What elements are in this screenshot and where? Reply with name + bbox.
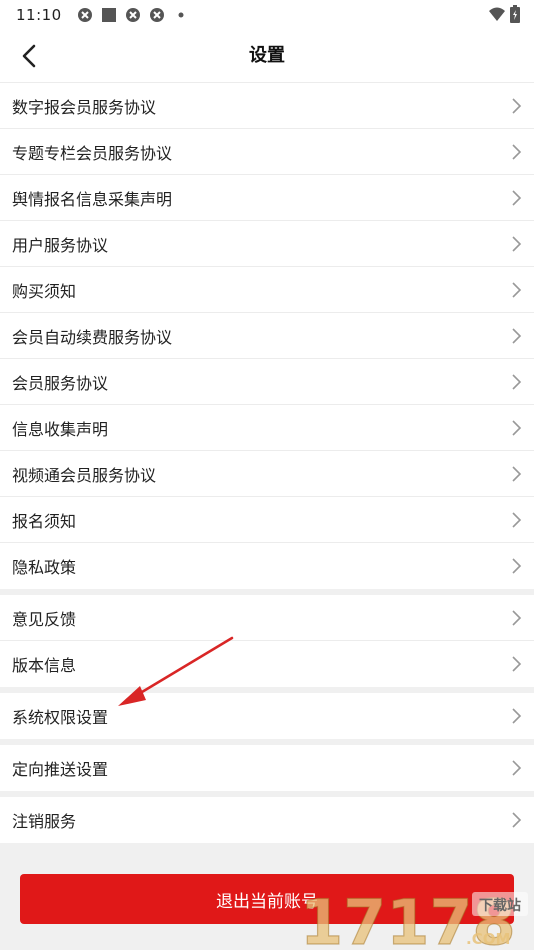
setting-row-label: 报名须知	[12, 511, 77, 531]
setting-row-label: 定向推送设置	[12, 760, 109, 779]
chevron-right-icon	[512, 512, 522, 528]
chevron-right-icon	[512, 282, 522, 298]
settings-group-account: 注销服务	[0, 797, 534, 843]
setting-row-label: 信息收集声明	[12, 419, 109, 439]
status-time: 11:10	[16, 6, 62, 24]
chevron-right-icon	[512, 656, 522, 672]
chevron-right-icon	[512, 420, 522, 436]
svg-text:.COM: .COM	[466, 930, 510, 948]
chevron-right-icon	[512, 98, 522, 114]
chevron-right-icon	[512, 466, 522, 482]
setting-row[interactable]: 注销服务	[0, 797, 534, 843]
setting-row-label: 注销服务	[12, 812, 77, 831]
setting-row-label: 会员服务协议	[12, 373, 109, 393]
chevron-right-icon	[512, 812, 522, 828]
watermark-logo: 17178 .COM 下载站	[300, 885, 528, 948]
back-button[interactable]	[14, 41, 44, 71]
setting-row[interactable]: 用户服务协议	[0, 221, 534, 267]
setting-row-label: 购买须知	[12, 281, 77, 301]
notification-icon	[124, 6, 142, 24]
chevron-right-icon	[512, 236, 522, 252]
setting-row[interactable]: 版本信息	[0, 641, 534, 687]
chevron-right-icon	[512, 558, 522, 574]
setting-row[interactable]: 信息收集声明	[0, 405, 534, 451]
dot-icon	[172, 6, 190, 24]
settings-group-feedback: 意见反馈 版本信息	[0, 595, 534, 687]
chevron-left-icon	[22, 44, 36, 68]
settings-group-permissions: 系统权限设置	[0, 693, 534, 739]
notification-icon	[148, 6, 166, 24]
settings-group-agreements: 数字报会员服务协议 专题专栏会员服务协议 舆情报名信息采集声明 用户服务协议 购…	[0, 83, 534, 589]
chevron-right-icon	[512, 760, 522, 776]
setting-row[interactable]: 隐私政策	[0, 543, 534, 589]
setting-row[interactable]: 视频通会员服务协议	[0, 451, 534, 497]
setting-row[interactable]: 数字报会员服务协议	[0, 83, 534, 129]
setting-row-label: 用户服务协议	[12, 235, 109, 255]
chevron-right-icon	[512, 328, 522, 344]
setting-row[interactable]: 购买须知	[0, 267, 534, 313]
setting-row-label: 视频通会员服务协议	[12, 465, 157, 485]
chevron-right-icon	[512, 374, 522, 390]
settings-group-push: 定向推送设置	[0, 745, 534, 791]
battery-icon	[510, 5, 520, 27]
setting-row[interactable]: 会员服务协议	[0, 359, 534, 405]
chevron-right-icon	[512, 144, 522, 160]
setting-row-label: 会员自动续费服务协议	[12, 327, 173, 347]
status-bar: 11:10	[0, 0, 534, 30]
setting-row[interactable]: 定向推送设置	[0, 745, 534, 791]
chevron-right-icon	[512, 610, 522, 626]
setting-row[interactable]: 报名须知	[0, 497, 534, 543]
setting-row[interactable]: 专题专栏会员服务协议	[0, 129, 534, 175]
setting-row[interactable]: 系统权限设置	[0, 693, 534, 739]
setting-row[interactable]: 会员自动续费服务协议	[0, 313, 534, 359]
notification-icon	[76, 6, 94, 24]
setting-row[interactable]: 意见反馈	[0, 595, 534, 641]
status-notification-icons	[76, 6, 190, 24]
setting-row-label: 系统权限设置	[12, 708, 109, 727]
setting-row[interactable]: 舆情报名信息采集声明	[0, 175, 534, 221]
square-app-icon	[100, 6, 118, 24]
setting-row-label: 专题专栏会员服务协议	[12, 143, 173, 163]
chevron-right-icon	[512, 190, 522, 206]
app-header: 设置	[0, 30, 534, 83]
setting-row-label: 数字报会员服务协议	[12, 97, 157, 117]
setting-row-label: 舆情报名信息采集声明	[12, 189, 173, 209]
page-title: 设置	[249, 45, 285, 66]
setting-row-label: 版本信息	[12, 656, 77, 675]
setting-row-label: 隐私政策	[12, 558, 77, 577]
setting-row-label: 意见反馈	[12, 609, 77, 629]
svg-text:下载站: 下载站	[479, 897, 521, 914]
wifi-icon	[488, 6, 506, 26]
chevron-right-icon	[512, 708, 522, 724]
